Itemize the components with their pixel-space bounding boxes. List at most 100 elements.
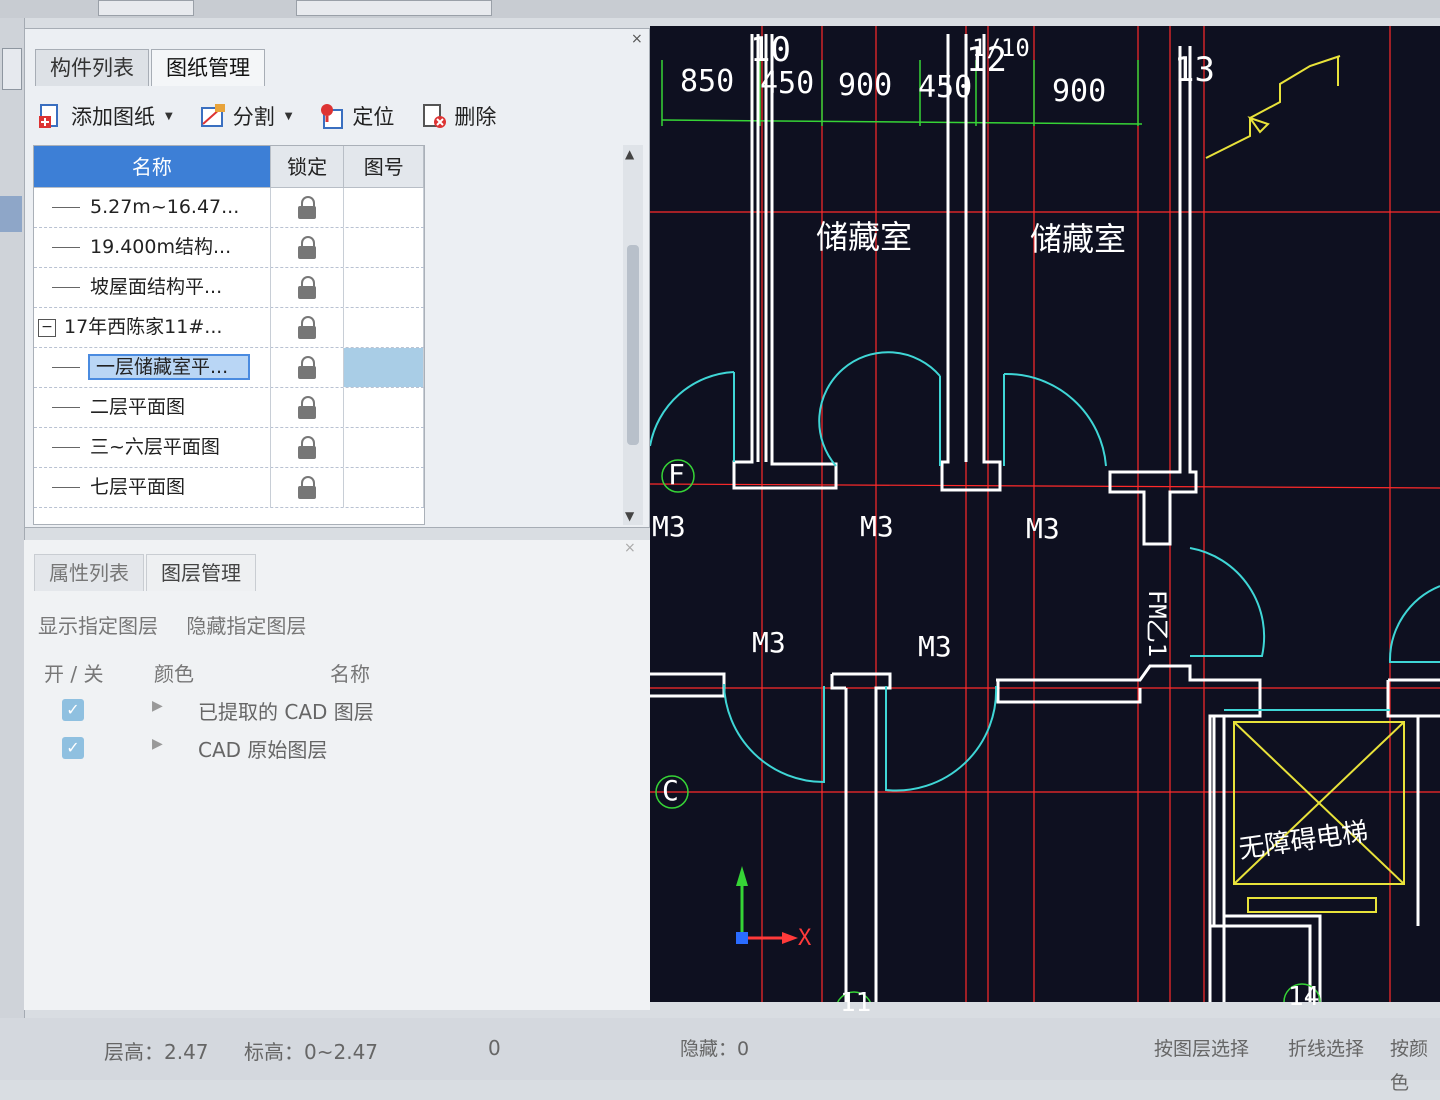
lock-cell[interactable]: [271, 388, 345, 427]
layer-name: 已提取的 CAD 图层: [198, 700, 374, 724]
cad-canvas[interactable]: 10 12 1/10 13 F C 11 14 850 450 900 450 …: [650, 26, 1440, 1018]
scroll-up-icon[interactable]: ▲: [625, 147, 634, 161]
lock-cell[interactable]: [271, 428, 345, 467]
dock-tab[interactable]: [0, 196, 22, 232]
show-layer-link[interactable]: 显示指定图层: [38, 614, 158, 638]
drawing-number-cell[interactable]: [344, 188, 424, 227]
drawing-number-cell[interactable]: [344, 348, 424, 387]
column-name[interactable]: 名称: [34, 146, 271, 188]
lock-cell[interactable]: [271, 348, 345, 387]
lock-icon[interactable]: [297, 195, 317, 220]
panel-close-icon[interactable]: ×: [631, 31, 643, 47]
add-drawing-button[interactable]: 添加图纸 ▼: [37, 101, 173, 131]
hide-layer-link[interactable]: 隐藏指定图层: [186, 614, 306, 638]
drawing-name-cell[interactable]: 一层储藏室平...: [34, 348, 271, 387]
lock-cell[interactable]: [271, 468, 345, 507]
axis-label-11: 11: [840, 988, 872, 1018]
table-row[interactable]: 5.27m~16.47...: [34, 188, 424, 228]
drawing-name-cell[interactable]: 坡屋面结构平...: [34, 268, 271, 307]
panel-close-icon[interactable]: ×: [624, 540, 636, 556]
lock-cell[interactable]: [271, 188, 345, 227]
polyline-select-button[interactable]: 折线选择: [1284, 1032, 1368, 1066]
document-tab-strip: [0, 0, 1440, 18]
lock-cell[interactable]: [271, 228, 345, 267]
drawing-name-cell[interactable]: 二层平面图: [34, 388, 271, 427]
chevron-down-icon[interactable]: ▼: [285, 111, 293, 122]
dock-button[interactable]: [2, 48, 22, 90]
layer-checkbox[interactable]: ✓: [62, 737, 84, 759]
drawing-name-cell[interactable]: 三~六层平面图: [34, 428, 271, 467]
table-row[interactable]: 坡屋面结构平...: [34, 268, 424, 308]
layer-management-panel: × 属性列表 图层管理 显示指定图层 隐藏指定图层 开 / 关 颜色 名称 ✓ …: [24, 540, 650, 1010]
table-row[interactable]: 一层储藏室平...: [34, 348, 424, 388]
panel-tabs: 构件列表 图纸管理: [35, 49, 267, 86]
column-lock[interactable]: 锁定: [270, 146, 345, 188]
table-row[interactable]: −17年西陈家11#...: [34, 308, 424, 348]
door-swings: [650, 351, 1440, 792]
table-row[interactable]: 七层平面图: [34, 468, 424, 508]
tab-property-list[interactable]: 属性列表: [34, 554, 144, 591]
drawing-number-cell[interactable]: [344, 228, 424, 267]
ucs-x-label: X: [798, 926, 812, 951]
table-body: 5.27m~16.47... 19.400m结构... 坡屋面结构平... −17年西…: [34, 188, 424, 508]
fire-door-label: FM乙1: [1143, 589, 1172, 658]
drawing-number-cell[interactable]: [344, 268, 424, 307]
column-onoff: 开 / 关: [44, 662, 104, 686]
lock-icon[interactable]: [297, 395, 317, 420]
door-label-m3: M3: [1026, 512, 1060, 545]
drawing-name-cell[interactable]: 5.27m~16.47...: [34, 188, 271, 227]
drawing-number-cell[interactable]: [344, 388, 424, 427]
layer-row[interactable]: ✓ ▶ CAD 原始图层: [62, 732, 602, 766]
lock-icon[interactable]: [297, 475, 317, 500]
lock-icon[interactable]: [297, 355, 317, 380]
tree-connector: [52, 287, 80, 288]
chevron-down-icon[interactable]: ▼: [165, 111, 173, 122]
drawing-number-cell[interactable]: [344, 428, 424, 467]
add-drawing-icon: [39, 104, 58, 128]
door-label-m3: M3: [860, 510, 894, 543]
layer-row[interactable]: ✓ ▶ 已提取的 CAD 图层: [62, 694, 602, 728]
table-row[interactable]: 19.400m结构...: [34, 228, 424, 268]
tab-component-list[interactable]: 构件列表: [35, 49, 149, 86]
drawing-name-cell[interactable]: 19.400m结构...: [34, 228, 271, 267]
locate-button[interactable]: 定位: [318, 101, 394, 131]
vertical-scrollbar[interactable]: ▲ ▼: [623, 145, 643, 525]
select-by-color-button[interactable]: 按颜色: [1386, 1032, 1440, 1094]
scroll-down-icon[interactable]: ▼: [625, 509, 634, 523]
hidden-count[interactable]: 隐藏：0: [676, 1032, 753, 1066]
table-row[interactable]: 二层平面图: [34, 388, 424, 428]
scroll-thumb[interactable]: [627, 245, 639, 445]
select-by-layer-button[interactable]: 按图层选择: [1150, 1032, 1253, 1066]
drawing-number-cell[interactable]: [344, 308, 424, 347]
delete-button[interactable]: 删除: [420, 101, 496, 131]
dimension-label: 850: [680, 64, 735, 99]
drawing-name-cell[interactable]: −17年西陈家11#...: [34, 308, 271, 347]
lock-icon[interactable]: [297, 235, 317, 260]
drawing-number-cell[interactable]: [344, 468, 424, 507]
expand-triangle-icon[interactable]: ▶: [152, 736, 163, 752]
door-label-m3: M3: [652, 510, 686, 543]
drawing-toolbar: 添加图纸 ▼ 分割 ▼ 定位 删除: [37, 97, 522, 135]
lock-cell[interactable]: [271, 308, 345, 347]
lock-icon[interactable]: [297, 275, 317, 300]
drawing-name-cell[interactable]: 七层平面图: [34, 468, 271, 507]
document-tab-1[interactable]: [98, 0, 194, 16]
lock-icon[interactable]: [297, 435, 317, 460]
delete-label: 删除: [454, 105, 497, 129]
dimension-label: 450: [760, 66, 815, 101]
expand-triangle-icon[interactable]: ▶: [152, 698, 163, 714]
dimension-label: 900: [1052, 74, 1107, 109]
table-row[interactable]: 三~六层平面图: [34, 428, 424, 468]
column-number[interactable]: 图号: [344, 146, 424, 188]
document-tab-2[interactable]: [296, 0, 492, 16]
tab-layer-management[interactable]: 图层管理: [146, 554, 256, 591]
lock-icon[interactable]: [297, 315, 317, 340]
elevation: 标高：0~2.47: [244, 1040, 379, 1064]
layer-checkbox[interactable]: ✓: [62, 699, 84, 721]
collapse-icon[interactable]: −: [38, 318, 56, 337]
split-button[interactable]: 分割 ▼: [199, 101, 293, 131]
tab-drawing-management[interactable]: 图纸管理: [151, 49, 265, 86]
ucs-icon: [736, 866, 798, 944]
lock-cell[interactable]: [271, 268, 345, 307]
drawing-name: 19.400m结构...: [90, 236, 232, 258]
